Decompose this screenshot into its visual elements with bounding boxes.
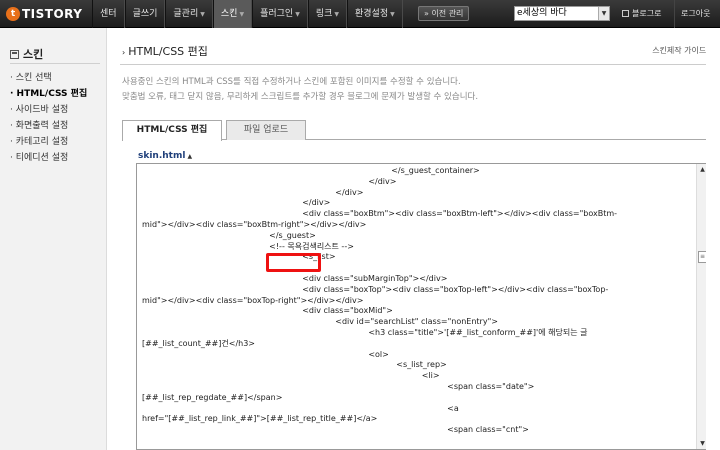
previous-admin-button[interactable]: » 이전 관리 — [418, 6, 470, 21]
tab-file-upload[interactable]: 파일 업로드 — [226, 120, 306, 140]
tab-html-css-edit[interactable]: HTML/CSS 편집 — [122, 120, 222, 141]
nav-item-label: 링크 — [315, 9, 333, 19]
code-line: <div class="boxBtm"><div class="boxBtm-l… — [142, 209, 618, 219]
nav-item[interactable]: 글쓰기 — [124, 0, 166, 28]
nav-item-label: 센터 — [100, 9, 117, 19]
blog-select[interactable]: e세상의 바다 ▼ — [514, 6, 610, 21]
nav-item-label: 플러그인 — [260, 9, 294, 19]
code-line: <li> — [142, 371, 440, 381]
skin-icon — [10, 49, 19, 59]
sidebar-item[interactable]: · 화면출력 설정 — [10, 118, 87, 134]
code-line: <h3 class="title">'[##_list_conform_##]'… — [142, 327, 588, 337]
editor-tabs: HTML/CSS 편집 파일 업로드 — [122, 120, 714, 141]
title-divider — [120, 64, 714, 65]
tistory-logo-icon: t — [6, 7, 20, 21]
file-selector[interactable]: skin.html ▲ — [138, 151, 192, 161]
code-line: <span class="date"> — [142, 381, 535, 391]
nav-item[interactable]: 센터 — [92, 0, 125, 28]
code-line: </s_guest_container> — [142, 166, 480, 175]
code-line: <span class="cnt"> — [142, 425, 529, 435]
chevron-down-icon: ▼ — [334, 11, 339, 18]
nav-item-label: 스킨 — [220, 9, 238, 19]
blog-select-value: e세상의 바다 — [517, 8, 567, 18]
nav-item[interactable]: 링크 ▼ — [307, 0, 347, 28]
main-nav: 센터 글쓰기 글관리 ▼ 스킨 ▼ 플러그인 ▼ 링크 ▼ 환경설정 ▼ — [92, 0, 403, 28]
chevron-up-icon: ▲ — [187, 153, 193, 160]
chevron-down-icon: ▼ — [598, 7, 609, 20]
code-editor[interactable]: </s_guest_container> </div> </div> </div… — [136, 163, 709, 450]
description-line: 사용중인 스킨의 HTML과 CSS를 직접 수정하거나 스킨에 포함된 이미지… — [122, 77, 461, 87]
to-blog-label: 블로그로 — [632, 9, 662, 18]
chevron-down-icon: ▼ — [200, 11, 205, 18]
tistory-logo-text: TISTORY — [22, 7, 83, 21]
code-line: href="[##_list_rep_link_##]">[##_list_re… — [142, 414, 378, 424]
title-arrow-icon: › — [122, 48, 126, 57]
sidebar-item[interactable]: · 사이드바 설정 — [10, 102, 87, 118]
sidebar-item[interactable]: · HTML/CSS 편집 — [10, 86, 87, 102]
chevron-down-icon: ▼ — [390, 11, 395, 18]
code-line: </div> — [142, 187, 364, 197]
code-line: [##_list_rep_regdate_##]</span> — [142, 392, 283, 402]
sidebar-divider — [10, 63, 100, 64]
sidebar-item[interactable]: · 스킨 선택 — [10, 70, 87, 86]
code-line: <div class="boxMid"> — [142, 306, 393, 316]
code-line: <a — [142, 403, 459, 413]
sidebar-item[interactable]: · 티에디션 설정 — [10, 150, 87, 166]
page-description: 사용중인 스킨의 HTML과 CSS를 직접 수정하거나 스킨에 포함된 이미지… — [122, 75, 478, 105]
sidebar-title: 스킨 — [10, 46, 43, 62]
nav-item[interactable]: 글관리 ▼ — [165, 0, 213, 28]
main-content: › HTML/CSS 편집 스킨제작 가이드 › 사용중인 스킨의 HTML과 C… — [108, 28, 720, 450]
home-icon — [622, 10, 629, 17]
nav-item[interactable]: 스킨 ▼ — [212, 0, 253, 28]
nav-item[interactable]: 환경설정 ▼ — [347, 0, 403, 28]
code-line: </div> — [142, 198, 331, 208]
nav-item-label: 글쓰기 — [132, 9, 158, 19]
nav-item-label: 글관리 — [173, 9, 199, 19]
code-line: [##_list_count_##]건</h3> — [142, 338, 255, 348]
highlight-annotation — [266, 253, 321, 272]
description-line: 맞춤법 오류, 태그 닫지 않음, 무리하게 스크립트를 추가할 경우 블로그에… — [122, 92, 479, 102]
nav-item[interactable]: 플러그인 ▼ — [252, 0, 308, 28]
code-line: <ol> — [142, 349, 389, 359]
chevron-down-icon: ▼ — [295, 11, 300, 18]
page-title-text: HTML/CSS 편집 — [128, 45, 208, 58]
to-blog-link[interactable]: 블로그로 — [622, 0, 661, 28]
page-title: › HTML/CSS 편집 — [122, 43, 208, 59]
code-line: <div class="boxTop"><div class="boxTop-l… — [142, 284, 609, 294]
top-navigation-bar: t TISTORY 센터 글쓰기 글관리 ▼ 스킨 ▼ 플러그인 ▼ 링크 ▼ 환경설정 ▼ » 이전… — [0, 0, 720, 28]
sidebar-menu: · 스킨 선택 · HTML/CSS 편집 · 사이드바 설정 · 화면출력 설정 · … — [10, 70, 87, 166]
code-line: <s_list> — [142, 252, 336, 262]
code-textarea[interactable]: </s_guest_container> </div> </div> </div… — [137, 164, 697, 449]
code-line: <s_list_rep> — [142, 360, 447, 370]
file-name: skin.html — [138, 151, 186, 161]
code-line: </div> — [142, 176, 397, 186]
sidebar-item[interactable]: · 카테고리 설정 — [10, 134, 87, 150]
code-line: <!-- 목욕검색리스트 --> — [142, 241, 354, 251]
tistory-logo[interactable]: t TISTORY — [6, 5, 82, 23]
logout-link[interactable]: 로그아웃 — [674, 0, 710, 28]
sidebar: 스킨 · 스킨 선택 · HTML/CSS 편집 · 사이드바 설정 · 화면출력 설… — [0, 28, 107, 450]
right-gutter — [706, 28, 720, 450]
code-line: </s_guest> — [142, 230, 316, 240]
code-line: mid"></div><div class="boxBtm-right"></d… — [142, 219, 367, 229]
code-line: <div id="searchList" class="nonEntry"> — [142, 317, 498, 327]
chevron-down-icon: ▼ — [239, 11, 245, 18]
skin-guide-link[interactable]: 스킨제작 가이드 › — [652, 45, 712, 56]
nav-item-label: 환경설정 — [355, 9, 389, 19]
code-line: mid"></div><div class="boxTop-right"></d… — [142, 295, 364, 305]
sidebar-title-text: 스킨 — [23, 48, 44, 61]
code-line: <div class="subMarginTop"></div> — [142, 273, 448, 283]
